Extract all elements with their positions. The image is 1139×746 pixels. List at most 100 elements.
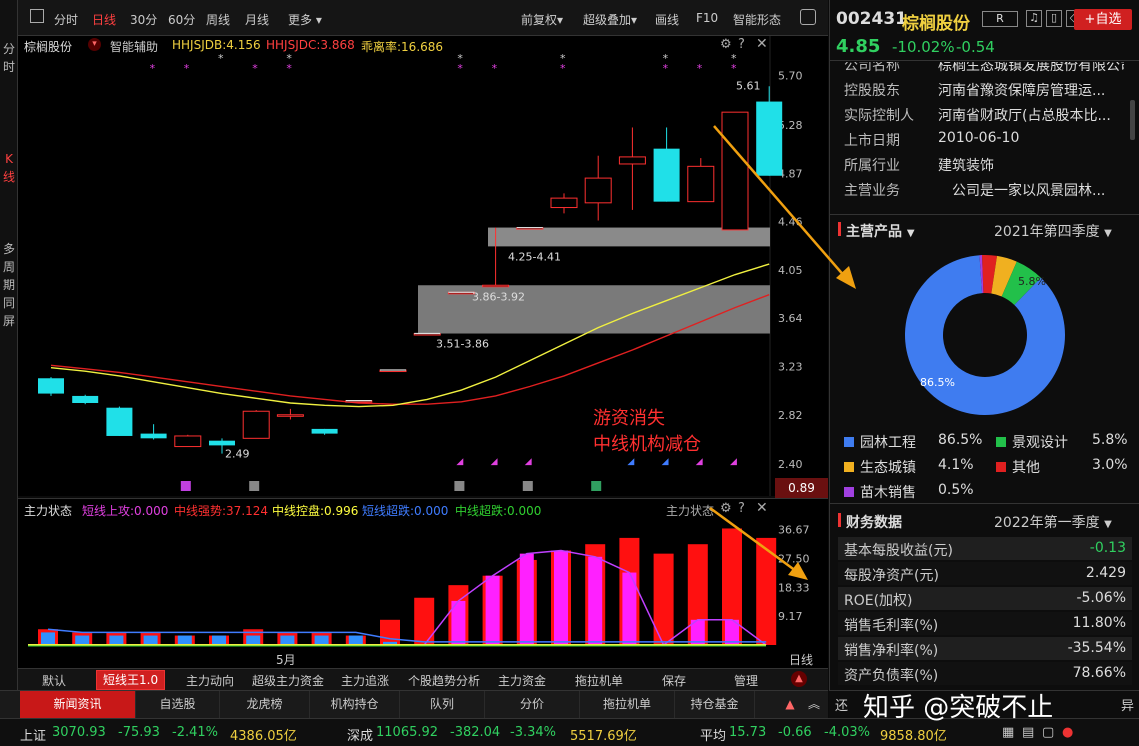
bottom-tab-6[interactable]: 主力资金 — [498, 672, 546, 689]
scrollbar[interactable] — [1130, 100, 1135, 140]
tab-weekly[interactable]: 周线 — [206, 11, 230, 28]
calendar-icon[interactable]: ▦ — [1002, 725, 1014, 740]
chat-icon[interactable]: ▢ — [1042, 725, 1054, 740]
chevron-down-icon: ▾ — [557, 13, 564, 27]
bottom-tab-8[interactable]: 保存 — [662, 672, 686, 689]
news-right-end: 异 — [1121, 699, 1135, 714]
indicator-panel[interactable]: 主力状态 短线上攻:0.000 中线强势:37.124 中线控盘:0.996 短线超跌… — [18, 498, 828, 668]
chevron-up-icon[interactable]: ▲ — [791, 671, 807, 687]
legend-value-4: 0.5% — [938, 482, 974, 498]
tab-daily[interactable]: 日线 — [92, 11, 116, 28]
news-tab-3[interactable]: 机构持仓 — [310, 691, 400, 718]
legend-swatch — [996, 462, 1006, 472]
high-label: 5.61 — [736, 79, 761, 92]
news-tab-5[interactable]: 分价 — [485, 691, 580, 718]
products-legend: 园林工程 86.5% 景观设计 5.8% 生态城镇 4.1% 其他 3.0% 苗木销售 0.5% — [830, 430, 1139, 502]
note-icon[interactable]: ▯ — [1046, 10, 1062, 27]
legend-value-2: 4.1% — [938, 457, 974, 473]
finance-value: -35.54% — [1067, 640, 1126, 656]
signal-star: * — [492, 62, 498, 75]
avg-percent: -4.03% — [824, 725, 870, 740]
company-key: 所属行业 — [844, 158, 900, 174]
sidebar-item-kline[interactable]: K线 — [0, 150, 18, 186]
grid-icon[interactable]: ▤ — [1022, 725, 1034, 740]
news-tab-7[interactable]: 持仓基金 — [675, 691, 755, 718]
sidebar-item-timeshare[interactable]: 分时 — [0, 40, 18, 76]
tab-30min[interactable]: 30分 — [130, 11, 157, 28]
news-tab-4[interactable]: 队列 — [400, 691, 485, 718]
finance-key: 销售净利率(%) — [844, 643, 939, 659]
kline-chart-area[interactable]: 棕榈股份 ▾ 智能辅助 HHJSJDB:4.156 HHJSJDC:3.868 … — [18, 36, 828, 498]
chevron-up-icon[interactable]: ︽ — [805, 691, 823, 718]
news-tab-0[interactable]: 新闻资讯 — [20, 691, 136, 718]
expand-icon[interactable] — [800, 9, 816, 25]
news-tab-1[interactable]: 自选股 — [136, 691, 220, 718]
company-key: 实际控制人 — [844, 108, 914, 124]
bottom-tab-2[interactable]: 主力动向 — [186, 672, 234, 689]
bottom-tab-4[interactable]: 主力追涨 — [341, 672, 389, 689]
company-info: 公司名称 棕榈生态城镇发展股份有限公司 控股股东 河南省豫资保障房管理运... 实际控制… — [830, 62, 1139, 212]
price-tick: 3.23 — [778, 360, 803, 373]
company-key: 上市日期 — [844, 133, 900, 149]
alert-icon[interactable]: ● — [1062, 725, 1073, 740]
legend-name: 景观设计 — [1012, 435, 1068, 451]
candle-body — [38, 378, 64, 394]
sidebar-item-multi-period[interactable]: 多周期同屏 — [0, 240, 18, 330]
layout-icon[interactable] — [30, 9, 44, 23]
add-watchlist-button[interactable]: +自选 — [1074, 9, 1132, 30]
finance-period[interactable]: 2022年第一季度 ▼ — [994, 512, 1112, 532]
tab-60min[interactable]: 60分 — [168, 11, 195, 28]
sh-change: -75.93 — [118, 725, 160, 740]
bottom-tab-3[interactable]: 超级主力资金 — [252, 672, 324, 689]
bell-icon[interactable]: ♫ — [1026, 10, 1042, 27]
products-donut: 86.5% 5.8% — [905, 255, 1065, 415]
company-value: 河南省财政厅(占总股本比... — [938, 108, 1111, 124]
draw-button[interactable]: 画线 — [655, 11, 679, 28]
chevron-down-icon: ▾ — [631, 13, 638, 27]
finance-row: 每股净资产(元) 2.429 — [838, 562, 1132, 585]
news-tab-6[interactable]: 拖拉机单 — [580, 691, 675, 718]
price-tick: 2.82 — [778, 409, 803, 422]
tab-monthly[interactable]: 月线 — [245, 11, 269, 28]
finance-title: 财务数据 — [846, 515, 902, 531]
signal-star: * — [731, 52, 737, 65]
indicator-bar-blue — [314, 635, 329, 645]
overlay-dropdown[interactable]: 超级叠加▾ — [583, 11, 637, 28]
bottom-tab-9[interactable]: 管理 — [734, 672, 758, 689]
products-period[interactable]: 2021年第四季度 ▼ — [994, 221, 1112, 241]
finance-value: -5.06% — [1076, 590, 1126, 606]
signal-star: * — [218, 52, 224, 65]
bottom-tab-0[interactable]: 默认 — [42, 672, 66, 689]
news-tab-2[interactable]: 龙虎榜 — [220, 691, 310, 718]
tab-more[interactable]: 更多 ▾ — [288, 11, 322, 28]
finance-key: 基本每股收益(元) — [844, 543, 953, 559]
candle-body — [550, 197, 578, 209]
pattern-button[interactable]: 智能形态 — [733, 11, 781, 28]
left-sidebar: 分时 K线 多周期同屏 — [0, 0, 18, 690]
company-value: 建筑装饰 — [938, 158, 994, 174]
news-right-strip: 还知乎 @突破不止 异 — [829, 690, 1139, 723]
company-value: 河南省豫资保障房管理运... — [938, 83, 1106, 99]
candle-body — [276, 414, 304, 417]
chevron-up-icon[interactable]: ▲ — [780, 691, 800, 718]
r-badge[interactable]: R — [982, 11, 1018, 27]
tab-timeshare[interactable]: 分时 — [54, 11, 78, 28]
legend-value-1: 5.8% — [1092, 432, 1128, 448]
bottom-tab-5[interactable]: 个股趋势分析 — [408, 672, 480, 689]
f10-button[interactable]: F10 — [696, 11, 718, 25]
indicator-bar-red — [756, 537, 777, 645]
candle-body — [209, 440, 235, 446]
company-value: 2010-06-10 — [938, 130, 1020, 146]
signal-star: * — [252, 62, 258, 75]
candle-body — [242, 410, 270, 439]
products-title[interactable]: 主营产品 ▼ — [846, 221, 915, 241]
divider — [830, 214, 1139, 215]
bottom-tab-1[interactable]: 短线王1.0 — [96, 670, 166, 690]
legend-name: 园林工程 — [860, 435, 916, 451]
adjust-dropdown[interactable]: 前复权▾ — [521, 11, 563, 28]
bottom-tab-7[interactable]: 拖拉机单 — [575, 672, 623, 689]
candle-body — [482, 284, 510, 288]
chevron-down-icon: ▼ — [1104, 519, 1112, 530]
donut-label-main: 86.5% — [920, 376, 955, 389]
signal-box — [249, 481, 260, 491]
